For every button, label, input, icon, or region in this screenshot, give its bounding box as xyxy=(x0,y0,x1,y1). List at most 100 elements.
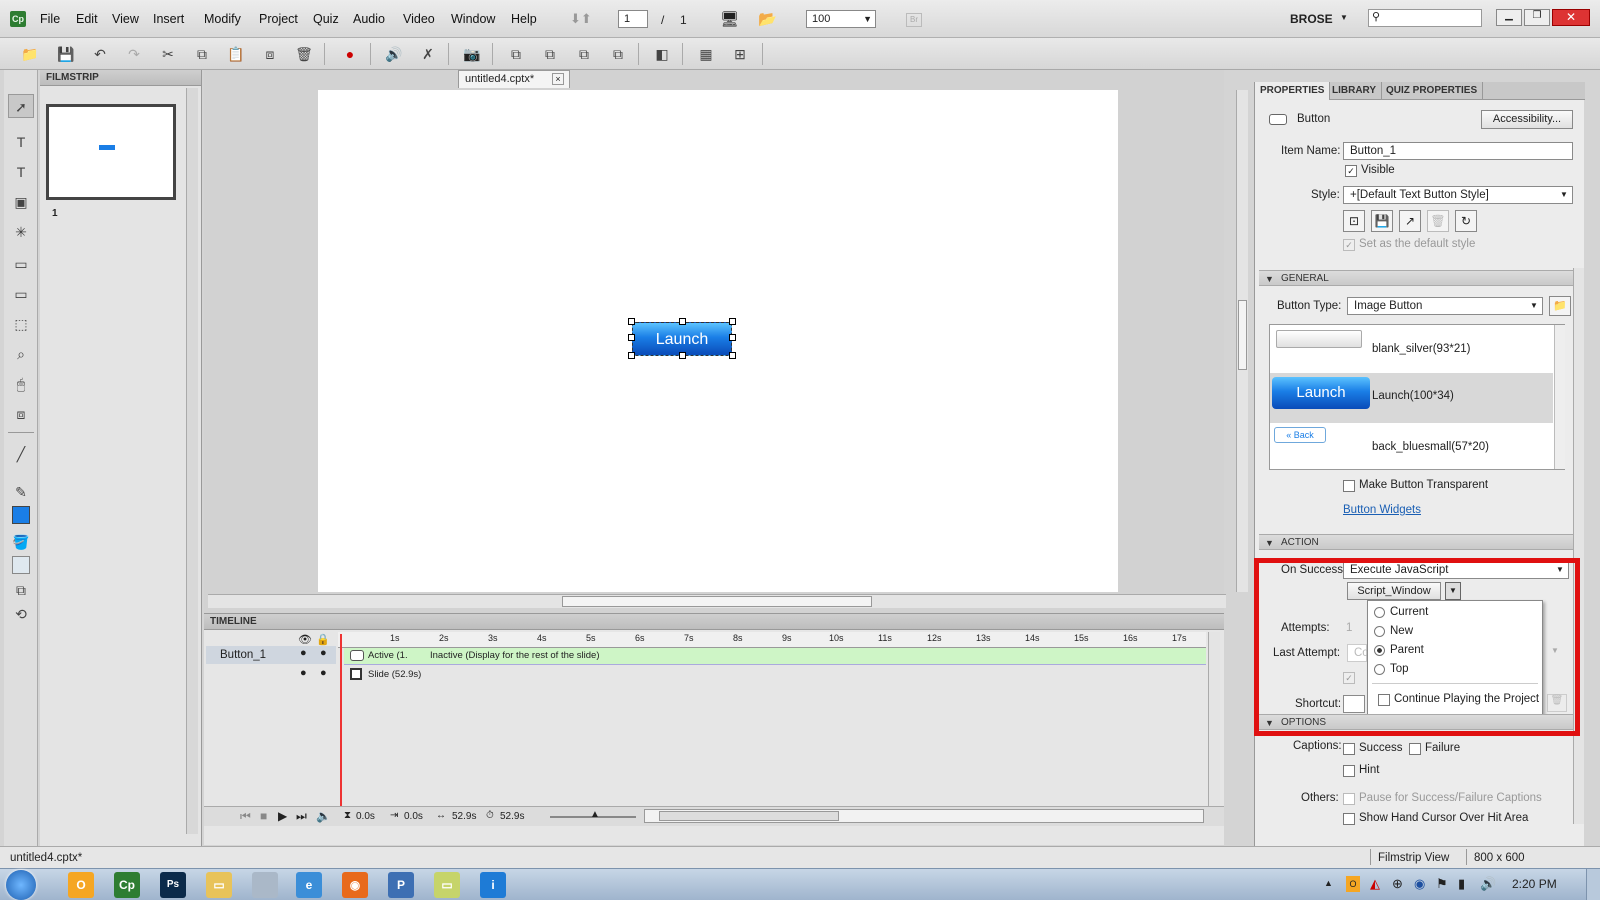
resize-handle[interactable] xyxy=(628,352,635,359)
record-icon[interactable]: ● xyxy=(340,44,360,64)
export-style-icon[interactable]: ↗ xyxy=(1399,210,1421,232)
end-icon[interactable]: ⏭ xyxy=(296,809,307,824)
slide-lock-dot[interactable]: ● xyxy=(320,667,327,679)
filmstrip-scrollbar[interactable] xyxy=(186,88,198,834)
stage-vscroll-thumb[interactable] xyxy=(1238,300,1247,370)
list-item[interactable]: blank_silver(93*21) xyxy=(1270,325,1553,373)
list-item[interactable]: « Back back_bluesmall(57*20) xyxy=(1270,423,1553,471)
image-tool-icon[interactable]: ▣ xyxy=(8,190,34,214)
action-section-header[interactable]: ▼ ACTION xyxy=(1259,534,1575,550)
highlight-tool-icon[interactable]: ✳ xyxy=(8,220,34,244)
list-item[interactable]: Launch Launch(100*34) xyxy=(1270,373,1553,423)
failure-caption-checkbox[interactable] xyxy=(1409,743,1421,755)
general-section-header[interactable]: ▼ GENERAL xyxy=(1259,270,1575,286)
menu-modify[interactable]: Modify xyxy=(204,12,241,26)
menu-view[interactable]: View xyxy=(112,12,139,26)
timeline-hscroll-thumb[interactable] xyxy=(659,811,839,821)
tab-library[interactable]: LIBRARY xyxy=(1327,82,1383,100)
snap-grid-icon[interactable]: ⊞ xyxy=(730,44,750,64)
rollover-caption-tool-icon[interactable]: T xyxy=(8,160,34,184)
blank-taskbar-icon[interactable] xyxy=(252,872,278,898)
tray-adobe-icon[interactable]: ◭ xyxy=(1370,876,1380,892)
rewind-icon[interactable]: ⏮ xyxy=(240,809,251,824)
cut-icon[interactable]: ✂ xyxy=(158,44,178,64)
pencil-icon[interactable]: ✎ xyxy=(8,480,34,504)
timeline-button-bar[interactable]: Active (1. Inactive (Display for the res… xyxy=(344,648,1206,665)
menu-quiz[interactable]: Quiz xyxy=(313,12,339,26)
start-orb-icon[interactable] xyxy=(6,870,36,900)
tray-flag-icon[interactable]: ⚑ xyxy=(1436,876,1448,892)
slide-nav-arrows-icon[interactable]: ⬇⬆ xyxy=(570,11,592,27)
menu-help[interactable]: Help xyxy=(511,12,537,26)
align-icon[interactable]: ◧ xyxy=(652,44,672,64)
tray-volume-icon[interactable]: 🔊 xyxy=(1480,876,1496,892)
bridge-icon[interactable]: Br xyxy=(906,13,922,27)
redo-icon[interactable]: ↷ xyxy=(124,44,144,64)
text-caption-tool-icon[interactable]: T xyxy=(8,130,34,154)
resize-handle[interactable] xyxy=(628,334,635,341)
timeline-ruler[interactable]: 1s 2s 3s 4s 5s 6s 7s 8s 9s 10s 11s 12s 1… xyxy=(338,632,1206,648)
menu-edit[interactable]: Edit xyxy=(76,12,98,26)
document-tab[interactable]: untitled4.cptx* × xyxy=(458,70,570,88)
timeline-horizontal-scrollbar[interactable] xyxy=(644,809,1204,823)
taskbar-clock[interactable]: 2:20 PM xyxy=(1512,877,1557,891)
swap-colors-icon[interactable]: ⧉ xyxy=(8,578,34,602)
visible-checkbox[interactable]: ✓ xyxy=(1345,165,1357,177)
style-select[interactable]: +[Default Text Button Style] ▼ xyxy=(1343,186,1573,204)
camera-icon[interactable]: 📷 xyxy=(462,44,482,64)
folder-taskbar-icon[interactable]: ▭ xyxy=(434,872,460,898)
user-dropdown-icon[interactable]: ▼ xyxy=(1340,13,1348,22)
close-window-icon[interactable]: ✕ xyxy=(1552,9,1590,26)
resize-handle[interactable] xyxy=(679,352,686,359)
show-desktop-button[interactable] xyxy=(1586,869,1600,900)
zoom-area-tool-icon[interactable]: ⌕ xyxy=(8,342,34,366)
firefox-taskbar-icon[interactable]: ◉ xyxy=(342,872,368,898)
new-style-icon[interactable]: ⊡ xyxy=(1343,210,1365,232)
click-box-tool-icon[interactable]: ⬚ xyxy=(8,312,34,336)
tab-quiz-properties[interactable]: QUIZ PROPERTIES xyxy=(1381,82,1484,100)
tray-expand-icon[interactable]: ▲ xyxy=(1324,878,1333,888)
audio-icon[interactable]: 🔊 xyxy=(384,44,404,64)
default-style-checkbox[interactable]: ✓ xyxy=(1343,239,1355,251)
bring-front-icon[interactable]: ⧉ xyxy=(506,44,526,64)
transparent-checkbox[interactable] xyxy=(1343,480,1355,492)
duplicate-icon[interactable]: ⧈ xyxy=(260,44,280,64)
item-name-input[interactable]: Button_1 xyxy=(1343,142,1573,160)
playhead[interactable] xyxy=(340,634,342,806)
tab-properties[interactable]: PROPERTIES xyxy=(1255,82,1331,100)
user-menu[interactable]: BROSE xyxy=(1290,12,1333,26)
fill-color-swatch[interactable] xyxy=(12,506,30,524)
menu-project[interactable]: Project xyxy=(259,12,298,26)
resize-handle[interactable] xyxy=(729,334,736,341)
publish-icon[interactable]: 📂 xyxy=(758,10,777,28)
timeline-slide-bar[interactable]: Slide (52.9s) xyxy=(344,666,1206,683)
undo-icon[interactable]: ↶ xyxy=(90,44,110,64)
publisher-taskbar-icon[interactable]: P xyxy=(388,872,414,898)
button-type-select[interactable]: Image Button ▼ xyxy=(1347,297,1543,315)
hand-cursor-checkbox[interactable] xyxy=(1343,813,1355,825)
browse-folder-icon[interactable]: 📁 xyxy=(1549,296,1571,316)
ie-taskbar-icon[interactable]: e xyxy=(296,872,322,898)
launch-button[interactable]: Launch xyxy=(632,322,732,356)
menu-insert[interactable]: Insert xyxy=(153,12,184,26)
hint-caption-checkbox[interactable] xyxy=(1343,765,1355,777)
visibility-eye-icon[interactable]: 👁 xyxy=(298,633,312,646)
resize-handle[interactable] xyxy=(679,318,686,325)
paint-bucket-icon[interactable]: 🪣 xyxy=(8,530,34,554)
delete-icon[interactable]: 🗑 xyxy=(294,44,314,64)
resize-handle[interactable] xyxy=(729,352,736,359)
stroke-color-swatch[interactable] xyxy=(12,556,30,574)
timeline-layer-row[interactable]: Button_1 ● ● xyxy=(206,646,336,664)
default-colors-icon[interactable]: ⟲ xyxy=(8,602,34,626)
page-number-input[interactable]: 1 xyxy=(618,10,648,28)
info-taskbar-icon[interactable]: i xyxy=(480,872,506,898)
reset-style-icon[interactable]: ↻ xyxy=(1455,210,1477,232)
layer-lock-dot[interactable]: ● xyxy=(320,647,327,659)
stage-vertical-scrollbar[interactable] xyxy=(1236,90,1248,592)
tray-signal-icon[interactable]: ▮ xyxy=(1458,876,1465,892)
mouse-tool-icon[interactable]: 🖱 xyxy=(8,372,34,396)
menu-video[interactable]: Video xyxy=(403,12,435,26)
line-tool-icon[interactable]: ╱ xyxy=(8,442,34,466)
captivate-taskbar-icon[interactable]: Cp xyxy=(114,872,140,898)
menu-window[interactable]: Window xyxy=(451,12,495,26)
